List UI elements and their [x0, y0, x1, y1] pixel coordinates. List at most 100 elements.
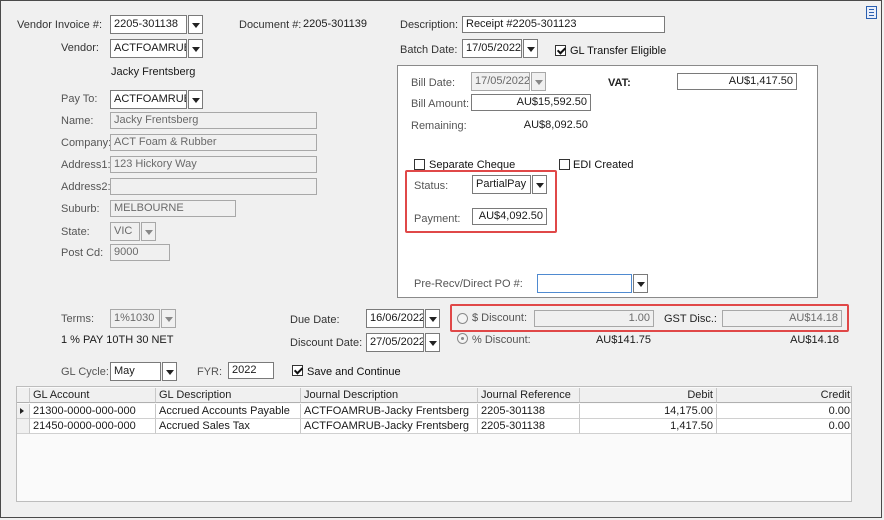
vendor-name: Jacky Frentsberg: [111, 66, 196, 78]
dollar-discount-radio[interactable]: [457, 313, 468, 324]
cell-debit[interactable]: 1,417.50: [580, 419, 717, 434]
vendor-combo[interactable]: ACTFOAMRUB: [110, 39, 203, 58]
address1-label: Address1:: [61, 159, 111, 171]
vendor-invoice-value[interactable]: 2205-301138: [110, 15, 187, 34]
dollar-discount-field[interactable]: 1.00: [534, 310, 654, 327]
table-row[interactable]: 21300-0000-000-000 Accrued Accounts Paya…: [17, 404, 851, 419]
cell-journal-description[interactable]: ACTFOAMRUB-Jacky Frentsberg: [301, 419, 478, 434]
cell-gl-account[interactable]: 21300-0000-000-000: [30, 404, 156, 419]
pre-recv-label: Pre-Recv/Direct PO #:: [414, 278, 523, 290]
pay-to-label: Pay To:: [61, 93, 98, 105]
postcode-label: Post Cd:: [61, 247, 104, 259]
table-row[interactable]: 21450-0000-000-000 Accrued Sales Tax ACT…: [17, 419, 851, 434]
bill-date-label: Bill Date:: [411, 77, 456, 89]
fyr-field[interactable]: 2022: [228, 362, 274, 379]
bill-amount-label: Bill Amount:: [411, 98, 470, 110]
bill-date-combo[interactable]: 17/05/2022: [471, 72, 546, 91]
suburb-label: Suburb:: [61, 203, 100, 215]
chevron-down-icon[interactable]: [531, 72, 546, 91]
row-indicator[interactable]: [17, 419, 30, 434]
chevron-down-icon[interactable]: [633, 274, 648, 293]
remaining-label: Remaining:: [411, 120, 467, 132]
status-label: Status:: [414, 180, 449, 192]
gl-cycle-label: GL Cycle:: [61, 366, 109, 378]
fyr-label: FYR:: [197, 366, 223, 378]
gl-transfer-checkbox[interactable]: [555, 45, 566, 56]
address1-field[interactable]: 123 Hickory Way: [110, 156, 317, 173]
cell-gl-description[interactable]: Accrued Accounts Payable: [156, 404, 301, 419]
cell-credit[interactable]: 0.00: [717, 419, 851, 434]
chevron-down-icon[interactable]: [188, 15, 203, 34]
batch-date-value[interactable]: 17/05/2022: [462, 39, 522, 58]
chevron-down-icon[interactable]: [188, 90, 203, 109]
discount-date-combo[interactable]: 27/05/2022: [366, 333, 440, 352]
pay-to-combo[interactable]: ACTFOAMRUB: [110, 90, 203, 109]
column-header-journal-description[interactable]: Journal Description: [301, 388, 478, 403]
cell-gl-account[interactable]: 21450-0000-000-000: [30, 419, 156, 434]
gst-disc-field[interactable]: AU$14.18: [722, 310, 842, 327]
due-date-value[interactable]: 16/06/2022: [366, 309, 424, 328]
pay-to-value[interactable]: ACTFOAMRUB: [110, 90, 187, 109]
suburb-field[interactable]: MELBOURNE: [110, 200, 236, 217]
chevron-down-icon[interactable]: [141, 222, 156, 241]
gl-cycle-value[interactable]: May: [110, 362, 161, 381]
gst-disc-label: GST Disc.:: [664, 313, 717, 325]
address2-field[interactable]: [110, 178, 317, 195]
postcode-field[interactable]: 9000: [110, 244, 170, 261]
remaining-value: AU$8,092.50: [523, 119, 588, 131]
terms-label: Terms:: [61, 313, 94, 325]
company-label: Company:: [61, 137, 112, 149]
column-header-credit[interactable]: Credit: [717, 388, 851, 403]
vendor-invoice-combo[interactable]: 2205-301138: [110, 15, 203, 34]
chevron-down-icon[interactable]: [188, 39, 203, 58]
chevron-down-icon[interactable]: [162, 362, 177, 381]
cell-journal-description[interactable]: ACTFOAMRUB-Jacky Frentsberg: [301, 404, 478, 419]
due-date-combo[interactable]: 16/06/2022: [366, 309, 440, 328]
discount-date-value[interactable]: 27/05/2022: [366, 333, 424, 352]
chevron-down-icon[interactable]: [425, 309, 440, 328]
column-header-debit[interactable]: Debit: [580, 388, 717, 403]
description-input[interactable]: Receipt #2205-301123: [462, 16, 665, 33]
status-combo[interactable]: PartialPay: [472, 175, 547, 194]
hamburger-menu-icon[interactable]: [866, 6, 877, 19]
payment-field[interactable]: AU$4,092.50: [472, 208, 547, 225]
edi-created-checkbox[interactable]: [559, 159, 570, 170]
chevron-down-icon[interactable]: [532, 175, 547, 194]
cell-credit[interactable]: 0.00: [717, 404, 851, 419]
pre-recv-value[interactable]: [537, 274, 632, 293]
cell-journal-reference[interactable]: 2205-301138: [478, 419, 580, 434]
terms-value[interactable]: 1%1030: [110, 309, 160, 328]
vendor-value[interactable]: ACTFOAMRUB: [110, 39, 187, 58]
status-value[interactable]: PartialPay: [472, 175, 531, 194]
name-field[interactable]: Jacky Frentsberg: [110, 112, 317, 129]
payment-label: Payment:: [414, 213, 461, 225]
cell-gl-description[interactable]: Accrued Sales Tax: [156, 419, 301, 434]
chevron-down-icon[interactable]: [161, 309, 176, 328]
bill-date-value[interactable]: 17/05/2022: [471, 72, 530, 91]
vat-field[interactable]: AU$1,417.50: [677, 73, 797, 90]
state-combo[interactable]: VIC: [110, 222, 156, 241]
separate-cheque-checkbox[interactable]: [414, 159, 425, 170]
pre-recv-combo[interactable]: [537, 274, 648, 293]
chevron-down-icon[interactable]: [425, 333, 440, 352]
terms-combo[interactable]: 1%1030: [110, 309, 176, 328]
company-field[interactable]: ACT Foam & Rubber: [110, 134, 317, 151]
gl-transfer-label: GL Transfer Eligible: [570, 45, 667, 57]
cell-journal-reference[interactable]: 2205-301138: [478, 404, 580, 419]
column-header-gl-account[interactable]: GL Account: [30, 388, 156, 403]
state-value[interactable]: VIC: [110, 222, 140, 241]
bill-amount-field[interactable]: AU$15,592.50: [471, 94, 591, 111]
description-label: Description:: [400, 19, 459, 31]
save-continue-label: Save and Continue: [307, 366, 401, 378]
edi-created-label: EDI Created: [573, 159, 634, 171]
column-header-gl-description[interactable]: GL Description: [156, 388, 301, 403]
batch-date-combo[interactable]: 17/05/2022: [462, 39, 538, 58]
chevron-down-icon[interactable]: [523, 39, 538, 58]
row-indicator[interactable]: [17, 404, 30, 419]
pct-discount-radio[interactable]: [457, 333, 468, 344]
save-continue-checkbox[interactable]: [292, 365, 303, 376]
column-header-journal-reference[interactable]: Journal Reference: [478, 388, 580, 403]
cell-debit[interactable]: 14,175.00: [580, 404, 717, 419]
gl-cycle-combo[interactable]: May: [110, 362, 177, 381]
address2-label: Address2:: [61, 181, 111, 193]
